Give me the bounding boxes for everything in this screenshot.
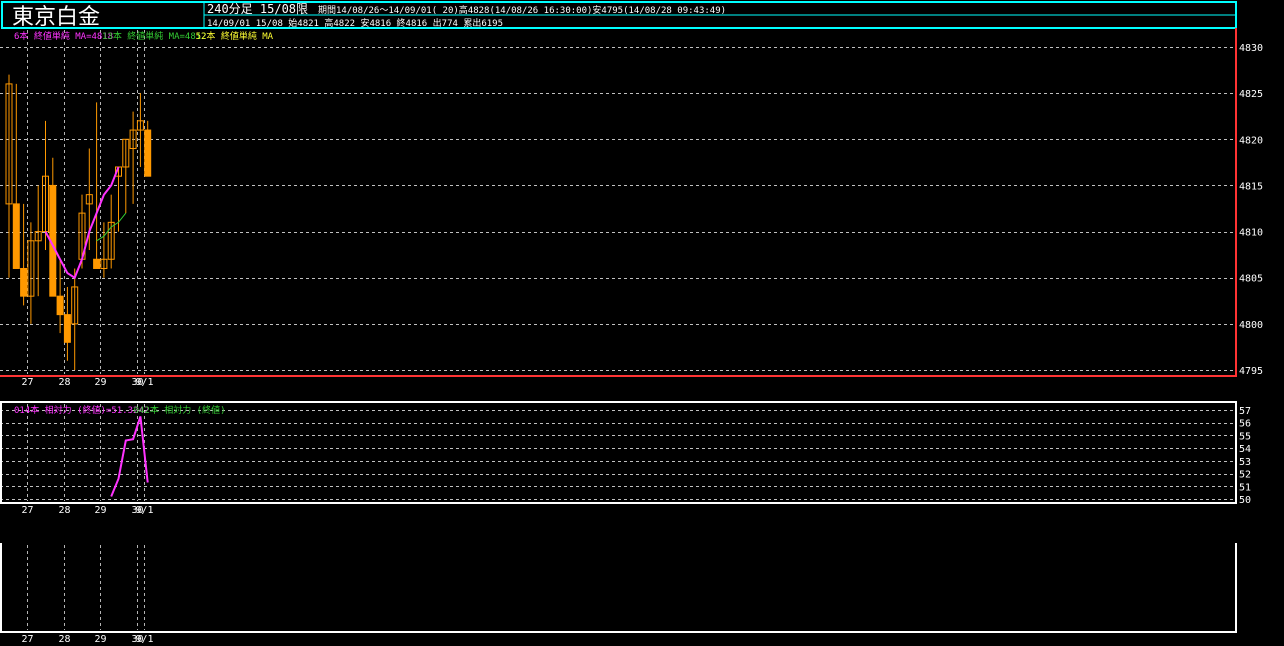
rsi-y-tick-label: 50 bbox=[1239, 495, 1251, 506]
rsi-legend: 014本 相対力 (終値)=51.3242042本 相対力 (終値) bbox=[14, 404, 226, 416]
rsi-y-tick-label: 53 bbox=[1239, 457, 1251, 468]
price-grid bbox=[0, 47, 1236, 371]
price-y-tick-label: 4800 bbox=[1239, 320, 1263, 331]
rsi-grid bbox=[0, 410, 1236, 500]
timeframe-label: 240分足 15/08限 bbox=[207, 2, 308, 16]
period-info: 期間14/08/26～14/09/01( 20)高4828(14/08/26 1… bbox=[318, 4, 726, 16]
empty-x-axis: 27 28 29 309/1 bbox=[21, 634, 153, 645]
candle-body bbox=[144, 129, 152, 177]
empty-day-lines bbox=[27, 545, 145, 630]
empty-panel[interactable]: 27 28 29 309/1 bbox=[0, 543, 1237, 645]
rsi-y-axis: 5051525354555657 bbox=[1239, 406, 1251, 506]
rsi-panel[interactable]: 5051525354555657 27 28 29 309/1 014本 相対力 (終… bbox=[0, 401, 1251, 516]
price-y-tick-label: 4825 bbox=[1239, 89, 1263, 100]
candle-body bbox=[20, 267, 28, 297]
empty-panel-frame bbox=[0, 543, 1237, 633]
rsi-y-tick-label: 52 bbox=[1239, 470, 1251, 481]
rsi-legend-entry: 042本 相対力 (終値) bbox=[134, 404, 226, 416]
price-x-tick-label: 27 bbox=[21, 377, 33, 388]
price-y-tick-label: 4805 bbox=[1239, 274, 1263, 285]
empty-x-tick-label: 29 bbox=[94, 634, 106, 645]
instrument-title: 東京白金 bbox=[12, 5, 100, 30]
candle-body bbox=[63, 314, 71, 343]
rsi-x-tick-label: 9/1 bbox=[135, 505, 153, 516]
price-y-tick-label: 4810 bbox=[1239, 228, 1263, 239]
price-y-tick-label: 4815 bbox=[1239, 181, 1263, 192]
price-panel[interactable]: 47954800480548104815482048254830 27 28 29 3… bbox=[0, 28, 1263, 388]
candle-body bbox=[93, 258, 101, 269]
price-x-axis: 27 28 29 309/1 bbox=[21, 377, 153, 388]
latest-bar-info: 14/09/01 15/08 始4821 高4822 安4816 終4816 出… bbox=[207, 17, 503, 29]
rsi-y-tick-label: 55 bbox=[1239, 431, 1251, 442]
rsi-panel-frame bbox=[0, 401, 1237, 504]
rsi-y-tick-label: 51 bbox=[1239, 482, 1251, 493]
price-y-tick-label: 4820 bbox=[1239, 135, 1263, 146]
rsi-legend-entry: 014本 相対力 (終値)=51.3242 bbox=[14, 404, 149, 416]
price-legend: 6本 終値単純 MA=481813本 終値単純 MA=481252本 終値単純 … bbox=[14, 30, 274, 42]
price-x-tick-label: 29 bbox=[94, 377, 106, 388]
candle-body bbox=[56, 295, 64, 316]
rsi-series bbox=[110, 416, 149, 497]
price-legend-entry: 13本 終値単純 MA=4812 bbox=[102, 30, 207, 42]
price-y-axis: 4795 4800 4805 4810 4815 4820 4825 4830 bbox=[1239, 43, 1263, 377]
rsi-x-tick-label: 28 bbox=[58, 505, 70, 516]
price-panel-frame bbox=[0, 28, 1237, 377]
empty-x-tick-label: 9/1 bbox=[135, 634, 153, 645]
rsi-y-tick-label: 54 bbox=[1239, 444, 1251, 455]
rsi-x-tick-label: 27 bbox=[21, 505, 33, 516]
empty-x-tick-label: 28 bbox=[58, 634, 70, 645]
rsi-y-tick-label: 57 bbox=[1239, 406, 1251, 417]
price-y-tick-label: 4830 bbox=[1239, 43, 1263, 54]
empty-x-tick-label: 27 bbox=[21, 634, 33, 645]
price-x-tick-label: 9/1 bbox=[135, 377, 153, 388]
price-legend-entry: 6本 終値単純 MA=4818 bbox=[14, 30, 113, 42]
rsi-x-axis: 27 28 29 309/1 bbox=[21, 505, 153, 516]
price-legend-entry: 52本 終値単純 MA bbox=[196, 30, 274, 42]
rsi-y-tick-label: 56 bbox=[1239, 419, 1251, 430]
price-y-tick-label: 4795 bbox=[1239, 366, 1263, 377]
chart-root: 東京白金 240分足 15/08限 期間14/08/26～14/09/01( 2… bbox=[0, 1, 1263, 645]
title-block: 東京白金 240分足 15/08限 期間14/08/26～14/09/01( 2… bbox=[1, 1, 1237, 30]
candle-body bbox=[12, 203, 20, 269]
price-x-tick-label: 28 bbox=[58, 377, 70, 388]
rsi-x-tick-label: 29 bbox=[94, 505, 106, 516]
rsi-series-line bbox=[110, 416, 149, 497]
